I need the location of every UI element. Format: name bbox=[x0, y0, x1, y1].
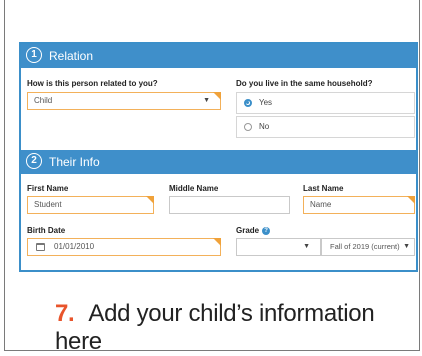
middle-name-label: Middle Name bbox=[169, 184, 219, 193]
section-title: Their Info bbox=[49, 155, 100, 169]
screenshot-frame: 1 Relation How is this person related to… bbox=[4, 0, 420, 355]
section-number-badge: 2 bbox=[26, 153, 42, 169]
help-icon[interactable]: ? bbox=[262, 226, 271, 235]
section-title: Relation bbox=[49, 49, 94, 63]
section-number-badge: 1 bbox=[26, 47, 42, 63]
their-info-section-header: 2 Their Info bbox=[21, 150, 416, 174]
household-option-yes[interactable]: Yes bbox=[236, 92, 415, 114]
middle-name-field[interactable] bbox=[169, 196, 290, 214]
required-corner-icon bbox=[146, 196, 154, 204]
instruction-caption: 7. Add your child’s information here bbox=[55, 300, 419, 356]
step-number: 7. bbox=[55, 300, 75, 327]
calendar-icon[interactable] bbox=[36, 243, 45, 251]
first-name-label: First Name bbox=[27, 184, 69, 193]
option-label-no: No bbox=[259, 122, 270, 131]
birth-date-label: Birth Date bbox=[27, 226, 66, 235]
last-name-label: Last Name bbox=[303, 184, 344, 193]
relation-value: Child bbox=[34, 96, 53, 105]
relation-select[interactable]: Child ▼ bbox=[27, 92, 221, 110]
last-name-field[interactable]: Name bbox=[303, 196, 415, 214]
instruction-text: Add your child’s information here bbox=[55, 300, 375, 355]
grade-select[interactable]: ▼ bbox=[236, 238, 321, 256]
term-value: Fall of 2019 (current) bbox=[330, 242, 400, 251]
student-form: 1 Relation How is this person related to… bbox=[19, 42, 418, 272]
required-corner-icon bbox=[213, 92, 221, 100]
radio-unselected-icon[interactable] bbox=[244, 123, 252, 131]
first-name-field[interactable]: Student bbox=[27, 196, 154, 214]
household-label: Do you live in the same household? bbox=[236, 79, 373, 88]
birth-date-field[interactable]: 01/01/2010 bbox=[27, 238, 221, 256]
required-corner-icon bbox=[407, 196, 415, 204]
term-select[interactable]: Fall of 2019 (current) ▼ bbox=[321, 238, 415, 256]
household-option-no[interactable]: No bbox=[236, 116, 415, 138]
relation-label: How is this person related to you? bbox=[27, 79, 158, 88]
option-label-yes: Yes bbox=[259, 98, 273, 107]
first-name-value: Student bbox=[34, 200, 62, 209]
last-name-value: Name bbox=[310, 200, 332, 209]
grade-label: Grade bbox=[236, 226, 260, 235]
caret-down-icon: ▼ bbox=[203, 97, 210, 104]
caret-down-icon: ▼ bbox=[303, 243, 310, 250]
radio-selected-icon[interactable] bbox=[244, 99, 252, 107]
grade-label-wrap: Grade? bbox=[236, 226, 271, 235]
birth-date-value: 01/01/2010 bbox=[54, 242, 95, 251]
caret-down-icon: ▼ bbox=[403, 243, 410, 250]
relation-section-header: 1 Relation bbox=[21, 44, 416, 68]
required-corner-icon bbox=[213, 238, 221, 246]
